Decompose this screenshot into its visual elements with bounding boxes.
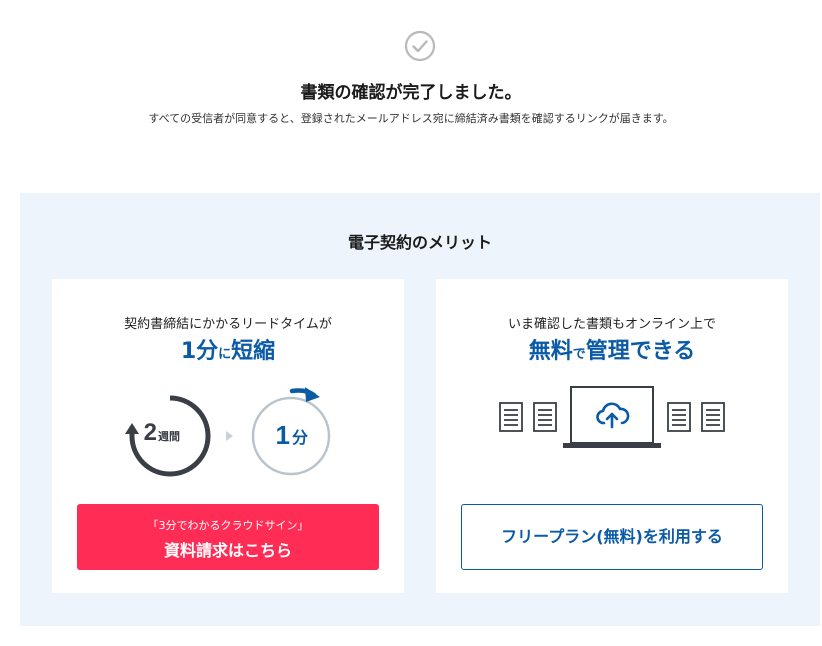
confirmation-message: すべての受信者が同意すると、登録されたメールアドレス宛に締結済み書類を確認するリ… — [148, 112, 674, 125]
merit-panel: 電子契約のメリット 契約書締結にかかるリードタイムが 1分に短縮 2 週間 1 … — [20, 193, 820, 626]
two-weeks-circle-icon: 2 週間 — [125, 395, 211, 477]
request-materials-sub: 「3分でわかるクラウドサイン」 — [147, 519, 309, 532]
document-icon — [533, 402, 557, 432]
free-plan-headline: 無料で管理できる — [436, 333, 788, 365]
after-number: 1 — [276, 420, 290, 450]
free-plan-lead: いま確認した書類もオンライン上で — [507, 317, 716, 332]
one-minute-circle-icon: 1 分 — [251, 387, 331, 476]
headline-part3: 短縮 — [231, 339, 276, 364]
free-plan-card: いま確認した書類もオンライン上で 無料で管理できる フリープラン(無料)を利用す… — [436, 279, 788, 593]
lead-time-lead: 契約書締結にかかるリードタイムが — [124, 317, 332, 332]
merit-title: 電子契約のメリット — [347, 233, 492, 252]
document-icon — [499, 402, 523, 432]
before-unit: 週間 — [158, 429, 180, 443]
confirmation-title: 書類の確認が完了しました。 — [300, 83, 522, 103]
request-materials-button[interactable]: 「3分でわかるクラウドサイン」 資料請求はこちら — [77, 504, 379, 570]
after-unit: 分 — [292, 428, 308, 447]
free-headline-part2: で — [572, 347, 586, 362]
before-number: 2 — [144, 419, 157, 446]
check-circle-icon — [404, 30, 436, 62]
request-materials-label: 資料請求はこちら — [163, 541, 292, 560]
lead-time-card: 契約書締結にかかるリードタイムが 1分に短縮 2 週間 1 分 「3分でわかるク… — [52, 279, 404, 593]
headline-part1: 1分 — [180, 339, 219, 364]
online-management-visual — [499, 386, 725, 448]
lead-time-visual: 2 週間 1 分 — [125, 387, 331, 477]
confirmation-section: 書類の確認が完了しました。 すべての受信者が同意すると、登録されたメールアドレス… — [0, 0, 822, 192]
arrow-right-icon — [226, 431, 233, 441]
lead-time-headline: 1分に短縮 — [52, 333, 404, 365]
free-headline-part1: 無料 — [528, 339, 573, 364]
free-plan-button[interactable]: フリープラン(無料)を利用する — [461, 504, 763, 570]
document-icon — [667, 402, 691, 432]
document-icon — [701, 402, 725, 432]
free-headline-part3: 管理できる — [585, 339, 696, 364]
headline-part2: に — [218, 347, 232, 362]
